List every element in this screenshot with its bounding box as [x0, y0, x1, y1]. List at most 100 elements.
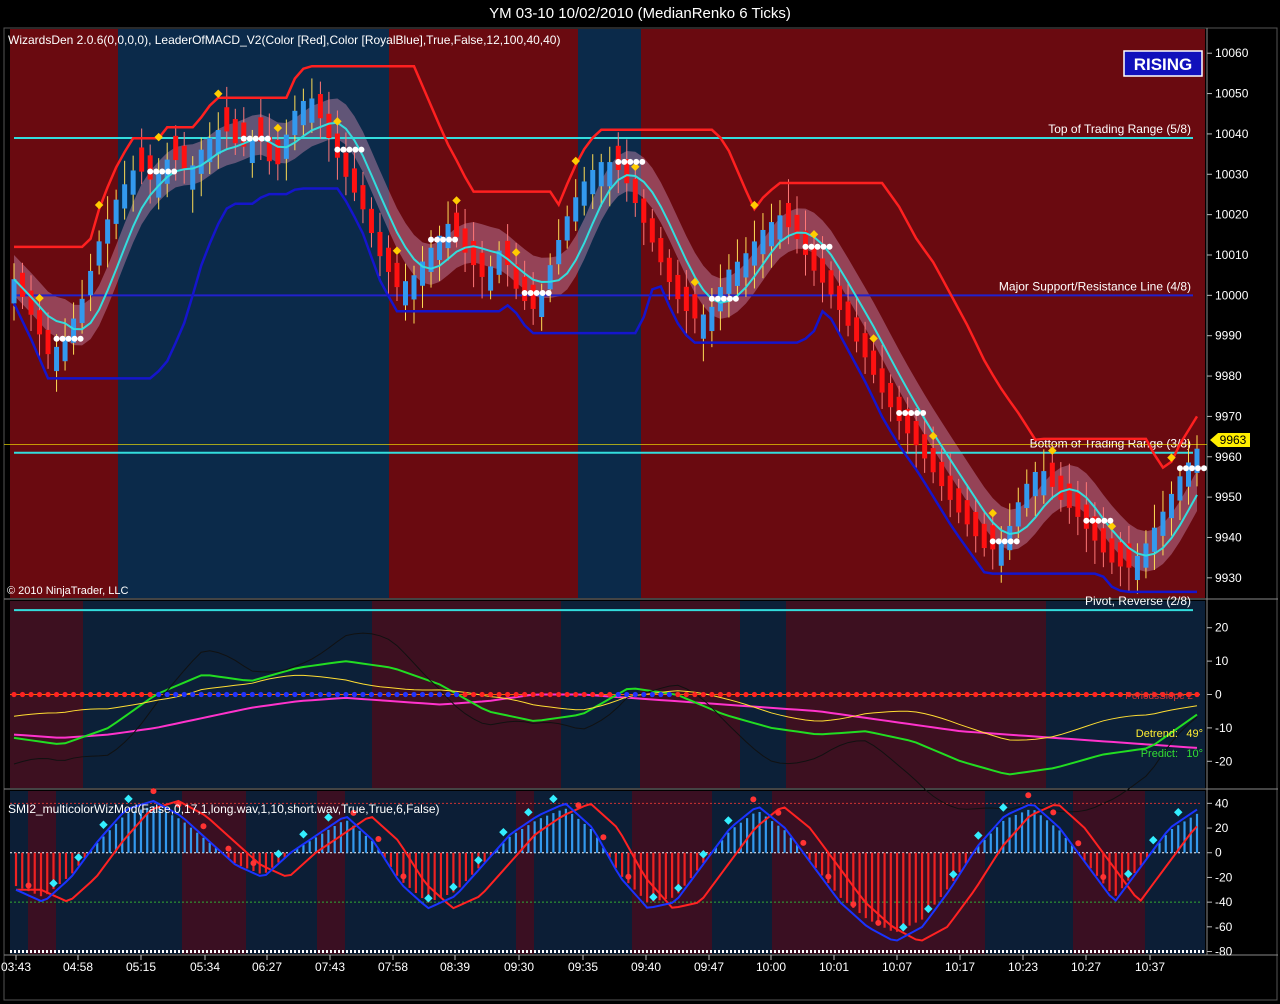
renko-bar [1151, 527, 1157, 552]
slope-dot [62, 691, 68, 698]
renko-bar [530, 284, 536, 309]
smi-baseline-dot [598, 950, 600, 953]
smi-baseline-dot [158, 950, 160, 953]
renko-bar [973, 511, 979, 537]
slope-dot [649, 691, 655, 698]
smi-baseline-dot [194, 950, 196, 953]
consolidation-dot [59, 335, 66, 342]
smi-baseline-dot [1178, 950, 1180, 953]
smi-baseline-dot [14, 950, 16, 953]
smi-baseline-dot [186, 950, 188, 953]
smi-baseline-dot [506, 950, 508, 953]
slope-dot [675, 691, 681, 698]
copyright-label: © 2010 NinjaTrader, LLC [7, 585, 128, 597]
smi-baseline-dot [434, 950, 436, 953]
ninjatrader-chart[interactable]: Top of Trading Range (5/8) Major Support/… [0, 0, 1280, 1004]
smi-baseline-dot [810, 950, 812, 953]
renko-bar [1109, 538, 1115, 563]
smi-baseline-dot [554, 950, 556, 953]
slope-dot [1075, 691, 1081, 698]
smi-down-marker [1075, 840, 1082, 847]
renko-bar [632, 178, 638, 204]
renko-bar [581, 181, 587, 206]
smi-baseline-dot [78, 950, 80, 953]
smi-baseline-dot [898, 950, 900, 953]
smi-baseline-dot [270, 950, 272, 953]
detrend-label: Detrend: [1136, 728, 1178, 740]
smi-baseline-dot [302, 950, 304, 953]
smi-baseline-dot [1002, 950, 1004, 953]
slope-dot [785, 691, 792, 698]
renko-bar [768, 222, 774, 247]
renko-bar [947, 475, 953, 500]
slope-dot [1032, 691, 1038, 698]
smi-baseline-dot [1162, 950, 1164, 953]
smi-baseline-dot [970, 950, 972, 953]
slope-dot [683, 691, 689, 698]
slope-dot [777, 691, 783, 698]
smi-down-marker [750, 796, 757, 803]
slope-dot [973, 691, 979, 698]
smi-baseline-dot [86, 950, 88, 953]
smi-baseline-dot [798, 950, 800, 953]
consolidation-dot [171, 168, 178, 175]
smi-baseline-dot [630, 950, 632, 953]
slope-dot [726, 691, 732, 698]
smi-baseline-dot [834, 950, 836, 953]
smi-baseline-dot [102, 950, 104, 953]
renko-bar [1075, 492, 1081, 517]
smi-baseline-dot [138, 950, 140, 953]
smi-baseline-dot [762, 950, 764, 953]
renko-bar [411, 275, 417, 300]
renko-bar [573, 197, 579, 222]
slope-dot [190, 691, 196, 698]
smi-baseline-dot [1154, 950, 1156, 953]
renko-bar [11, 279, 17, 304]
slope-dot [45, 691, 51, 698]
smi-baseline-dot [518, 950, 520, 953]
smi-baseline-dot [906, 950, 908, 953]
renko-bar [394, 262, 400, 288]
slope-dot [853, 691, 860, 698]
consolidation-dot [346, 146, 353, 153]
smi-baseline-dot [1094, 950, 1096, 953]
consolidation-dot [902, 409, 909, 416]
smi-baseline-dot [1150, 950, 1152, 953]
smi-baseline-dot [686, 950, 688, 953]
smi-baseline-dot [1130, 950, 1132, 953]
level-label: Major Support/Resistance Line (4/8) [999, 279, 1191, 293]
oscillator-tick-label: 10 [1215, 654, 1229, 668]
smi-baseline-dot [646, 950, 648, 953]
smi-baseline-dot [1026, 950, 1028, 953]
price-tick-label: 10060 [1215, 46, 1249, 60]
slope-dot [96, 691, 102, 698]
time-tick-label: 05:34 [190, 960, 220, 974]
smi-baseline-dot [486, 950, 488, 953]
smi-baseline-dot [922, 950, 924, 953]
renko-bar [666, 257, 672, 282]
slope-dot [326, 691, 332, 698]
slope-dot [930, 691, 936, 698]
slope-dot [164, 691, 170, 698]
renko-bar [794, 214, 800, 240]
slope-dot [207, 691, 213, 698]
slope-dot [198, 691, 204, 698]
consolidation-dot [820, 243, 827, 250]
smi-baseline-dot [38, 950, 40, 953]
slope-dot [768, 691, 775, 698]
smi-baseline-dot [1202, 950, 1204, 953]
consolidation-dot [240, 135, 247, 142]
renko-bar [1134, 555, 1140, 581]
smi-baseline-dot [294, 950, 296, 953]
smi-baseline-dot [126, 950, 128, 953]
renko-bar [751, 241, 757, 266]
price-tick-label: 9940 [1215, 530, 1242, 544]
renko-bar [709, 306, 715, 332]
slope-dot [760, 691, 766, 698]
consolidation-dot [714, 295, 721, 302]
smi-baseline-dot [1134, 950, 1136, 953]
slope-dot [275, 691, 281, 698]
renko-bar [845, 301, 851, 326]
consolidation-dot [264, 135, 271, 142]
smi-baseline-dot [50, 950, 52, 953]
